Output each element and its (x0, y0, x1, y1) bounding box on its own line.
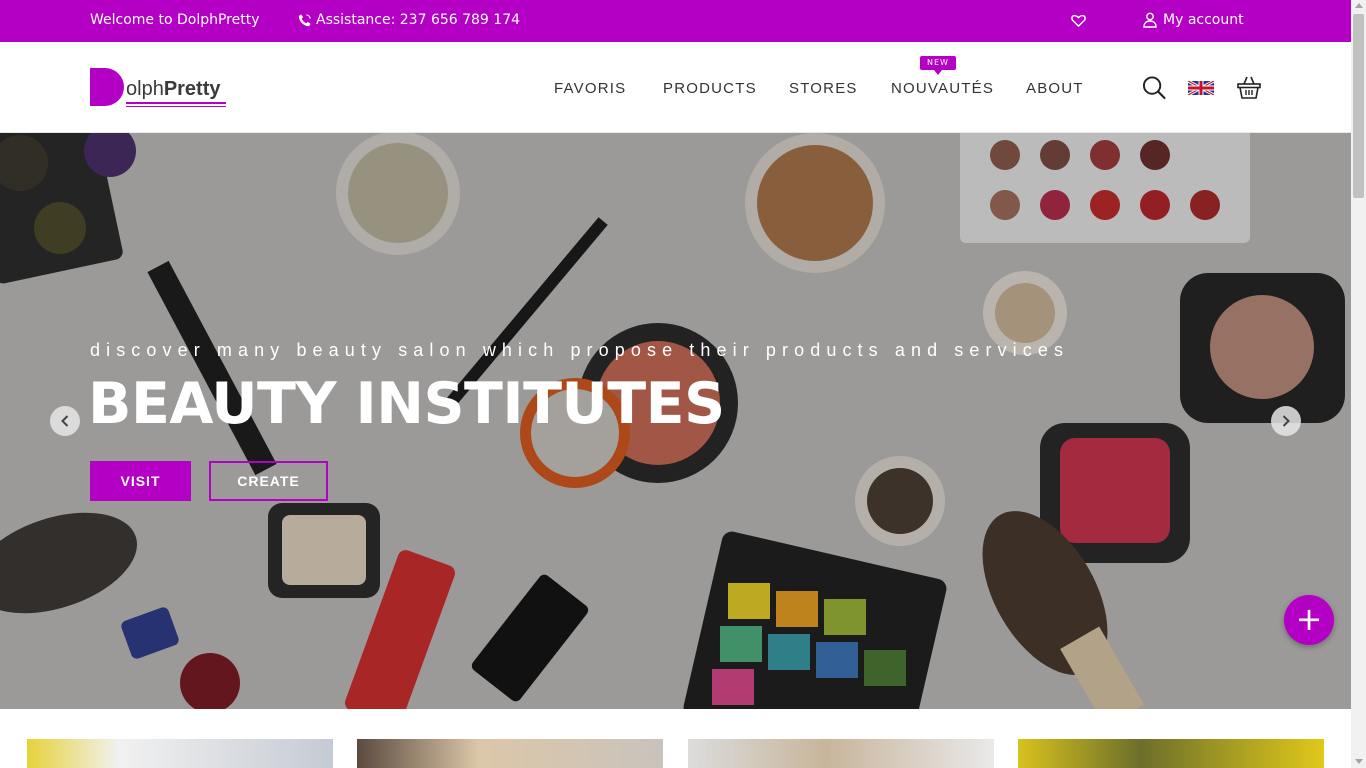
hero-title: BEAUTY INSTITUTES (88, 371, 725, 437)
nav-item-stores[interactable]: STORES (789, 80, 858, 97)
nav-item-favoris[interactable]: FAVORIS (554, 80, 626, 97)
salon-card-image[interactable] (1018, 739, 1324, 768)
heart-icon[interactable] (1070, 12, 1087, 29)
create-button[interactable]: CREATE (209, 461, 328, 501)
search-icon[interactable] (1142, 75, 1167, 101)
logo-underline-thin (126, 106, 226, 107)
nav-item-products[interactable]: PRODUCTS (663, 80, 757, 97)
visit-button[interactable]: VISIT (90, 461, 191, 501)
phone-icon (298, 13, 311, 26)
main-header: olphPretty FAVORIS PRODUCTS STORES NEW N… (0, 42, 1351, 133)
page: Welcome to DolphPretty Assistance: 237 6… (0, 0, 1366, 768)
logo[interactable]: olphPretty (90, 66, 230, 110)
basket-icon[interactable] (1236, 74, 1262, 100)
scroll-up-icon[interactable] (1355, 3, 1363, 8)
chevron-left-icon (61, 415, 69, 427)
slider-prev-button[interactable] (50, 406, 80, 436)
new-badge: NEW (920, 56, 956, 75)
my-account-label: My account (1163, 12, 1244, 28)
user-icon (1143, 12, 1157, 28)
hero-subtitle: discover many beauty salon which propose… (90, 340, 1070, 360)
salon-card-image[interactable] (27, 739, 333, 768)
assistance-text: Assistance: 237 656 789 174 (316, 12, 521, 28)
flag-uk-icon[interactable] (1188, 81, 1214, 95)
my-account-link[interactable]: My account (1143, 12, 1244, 28)
logo-mark (90, 68, 124, 106)
chevron-right-icon (1282, 415, 1290, 427)
nav-item-about[interactable]: ABOUT (1026, 80, 1084, 97)
logo-text: olphPretty (126, 78, 221, 100)
welcome-text: Welcome to DolphPretty (90, 12, 260, 28)
assistance-phone[interactable]: Assistance: 237 656 789 174 (297, 12, 520, 28)
scroll-down-icon[interactable] (1355, 759, 1363, 764)
scrollbar-thumb[interactable] (1353, 14, 1364, 198)
hero-slider: discover many beauty salon which propose… (0, 133, 1351, 709)
salon-card-image[interactable] (357, 739, 663, 768)
floating-add-button[interactable]: + (1284, 595, 1334, 645)
nav-item-nouvautes[interactable]: NOUVAUTÉS (891, 80, 994, 97)
top-bar: Welcome to DolphPretty Assistance: 237 6… (0, 0, 1351, 42)
salon-card-image[interactable] (688, 739, 994, 768)
slider-next-button[interactable] (1271, 406, 1301, 436)
logo-underline (126, 102, 226, 104)
